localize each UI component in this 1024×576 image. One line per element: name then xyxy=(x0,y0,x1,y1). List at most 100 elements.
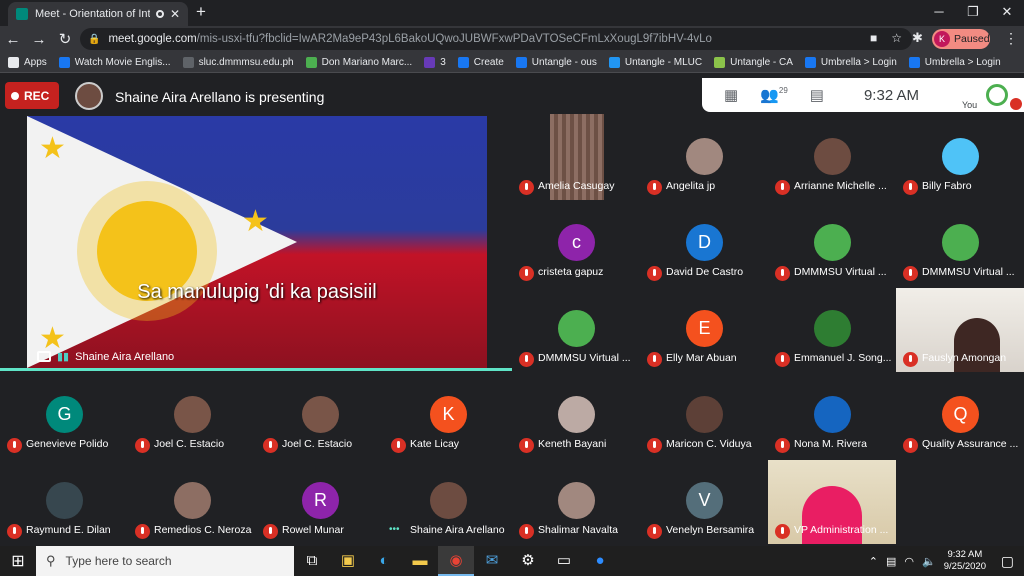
chevron-up-icon[interactable]: ⌃ xyxy=(869,555,878,568)
participant-tile[interactable]: Fauslyn Amongan xyxy=(896,286,1024,372)
participant-avatar: K xyxy=(430,396,467,433)
participant-tile[interactable]: ••• Shaine Aira Arellano xyxy=(384,458,512,544)
participant-avatar xyxy=(814,310,851,347)
bookmark-item[interactable]: Don Mariano Marc... xyxy=(305,56,412,68)
bookmark-item[interactable]: sluc.dmmmsu.edu.ph xyxy=(182,56,294,68)
participant-tile[interactable]: Emmanuel J. Song... xyxy=(768,286,896,372)
participant-tile[interactable]: DMMMSU Virtual ... xyxy=(896,200,1024,286)
task-view-icon[interactable]: ⧉ xyxy=(294,546,330,576)
close-window-button[interactable]: ✕ xyxy=(990,0,1024,24)
participant-tile[interactable]: c cristeta gapuz xyxy=(512,200,640,286)
participant-tile[interactable]: Raymund E. Dilan xyxy=(0,458,128,544)
form-icon xyxy=(424,56,436,68)
bookmark-item[interactable]: Watch Movie Englis... xyxy=(58,56,171,68)
forward-arrow-icon[interactable]: → xyxy=(26,31,52,48)
tab-meet[interactable]: Meet - Orientation of Interna ✕ xyxy=(8,2,188,26)
bookmark-item[interactable]: Umbrella > Login xyxy=(804,56,897,68)
bookmark-item[interactable]: 3 xyxy=(424,56,446,68)
file-explorer-icon[interactable]: ▬ xyxy=(402,546,438,576)
participant-name: cristeta gapuz xyxy=(538,266,604,278)
self-avatar[interactable] xyxy=(986,84,1008,106)
wifi-icon[interactable]: ◠ xyxy=(904,555,914,568)
participant-avatar xyxy=(558,396,595,433)
bookmark-item[interactable]: Untangle - ous xyxy=(515,56,597,68)
profile-button[interactable]: K Paused xyxy=(932,29,990,49)
bookmark-star-icon[interactable]: ☆ xyxy=(891,31,902,45)
shared-screen[interactable]: ★ ★ ★ Sa manulupig 'di ka pasisiil ▮▮ Sh… xyxy=(27,116,487,368)
participant-name: Nona M. Rivera xyxy=(794,438,867,450)
bookmark-item[interactable]: Untangle - MLUC xyxy=(608,56,702,68)
participant-name: Angelita jp xyxy=(666,180,716,192)
extensions-puzzle-icon[interactable]: ✱ xyxy=(912,30,923,46)
participant-tile[interactable]: VP Administration ... xyxy=(768,458,896,544)
participant-tile[interactable]: D David De Castro xyxy=(640,200,768,286)
url-path: /mis-usxi-tfu?fbclid=IwAR2Ma9eP43pL6Bako… xyxy=(196,33,712,45)
bookmark-item[interactable]: Umbrella > Login xyxy=(908,56,1001,68)
chrome-icon[interactable]: ◉ xyxy=(438,546,474,576)
participant-tile[interactable]: Shalimar Navalta xyxy=(512,458,640,544)
menu-kebab-icon[interactable]: ⋮ xyxy=(1004,30,1018,47)
settings-gear-icon[interactable]: ⚙ xyxy=(510,546,546,576)
bookmark-item[interactable]: Untangle - CA xyxy=(714,56,793,68)
participant-name: Raymund E. Dilan xyxy=(26,524,111,536)
windows-start-icon[interactable]: ⊞ xyxy=(0,551,36,571)
participant-tile[interactable]: DMMMSU Virtual ... xyxy=(512,286,640,372)
participant-avatar: Q xyxy=(942,396,979,433)
participant-name: Kate Licay xyxy=(410,438,460,450)
profile-avatar: K xyxy=(934,31,950,47)
lock-icon: 🔒 xyxy=(88,33,101,45)
participant-avatar xyxy=(942,138,979,175)
participant-tile[interactable]: V Venelyn Bersamira xyxy=(640,458,768,544)
participant-tile[interactable]: K Kate Licay xyxy=(384,372,512,458)
zoom-icon[interactable]: ● xyxy=(582,546,618,576)
close-tab-icon[interactable]: ✕ xyxy=(170,7,180,21)
notification-icon[interactable]: ▢ xyxy=(1001,553,1014,570)
participant-tile[interactable]: G Genevieve Polido xyxy=(0,372,128,458)
apps-grid-icon xyxy=(8,56,19,68)
bookmark-item[interactable]: Create xyxy=(457,56,504,68)
address-bar[interactable]: 🔒 meet.google.com /mis-usxi-tfu?fbclid=I… xyxy=(80,28,912,50)
minimize-button[interactable]: ─ xyxy=(922,0,956,24)
network-icon[interactable]: ▤ xyxy=(886,555,896,568)
participant-tile[interactable]: DMMMSU Virtual ... xyxy=(768,200,896,286)
profile-status: Paused xyxy=(954,33,990,45)
volume-icon[interactable]: 🔈 xyxy=(922,555,936,568)
participant-tile[interactable]: Keneth Bayani xyxy=(512,372,640,458)
facebook-icon xyxy=(58,56,70,68)
participant-tile[interactable]: Arrianne Michelle ... xyxy=(768,114,896,200)
you-label: You xyxy=(962,100,978,110)
mic-muted-icon xyxy=(903,438,918,453)
back-arrow-icon[interactable]: ← xyxy=(0,31,26,48)
flag-star-icon: ★ xyxy=(39,132,66,165)
mic-muted-icon xyxy=(647,180,662,195)
people-icon[interactable]: 👥29 xyxy=(760,86,788,104)
restore-button[interactable]: ❐ xyxy=(956,0,990,24)
participant-avatar: c xyxy=(558,224,595,261)
participant-tile[interactable]: Nona M. Rivera xyxy=(768,372,896,458)
camera-icon[interactable]: ■ xyxy=(870,31,877,45)
new-tab-button[interactable]: + xyxy=(196,2,206,22)
participant-tile[interactable]: Joel C. Estacio xyxy=(128,372,256,458)
participant-tile[interactable]: Q Quality Assurance ... xyxy=(896,372,1024,458)
chat-icon[interactable]: ▤ xyxy=(810,86,824,104)
participant-tile[interactable]: Remedios C. Neroza xyxy=(128,458,256,544)
participant-name: Maricon C. Viduya xyxy=(666,438,752,450)
taskbar-search[interactable]: ⚲ Type here to search xyxy=(36,546,294,576)
participant-tile[interactable]: Joel C. Estacio xyxy=(256,372,384,458)
reload-icon[interactable]: ↻ xyxy=(52,30,78,48)
search-placeholder: Type here to search xyxy=(65,554,172,568)
store-icon[interactable]: ▣ xyxy=(330,546,366,576)
terminal-icon[interactable]: ▭ xyxy=(546,546,582,576)
participant-tile[interactable]: Billy Fabro xyxy=(896,114,1024,200)
edge-icon[interactable]: ◐ xyxy=(366,546,402,576)
participant-tile[interactable]: Angelita jp xyxy=(640,114,768,200)
facebook-icon xyxy=(908,56,920,68)
participant-tile[interactable]: Amelia Casugay xyxy=(512,114,640,200)
participant-tile[interactable]: R Rowel Munar xyxy=(256,458,384,544)
bookmark-item[interactable]: Apps xyxy=(8,56,47,68)
grid-layout-icon[interactable]: ▦ xyxy=(724,86,738,104)
taskbar-clock[interactable]: 9:32 AM 9/25/2020 xyxy=(944,549,986,573)
mail-icon[interactable]: ✉ xyxy=(474,546,510,576)
participant-tile[interactable]: E Elly Mar Abuan xyxy=(640,286,768,372)
participant-tile[interactable]: Maricon C. Viduya xyxy=(640,372,768,458)
